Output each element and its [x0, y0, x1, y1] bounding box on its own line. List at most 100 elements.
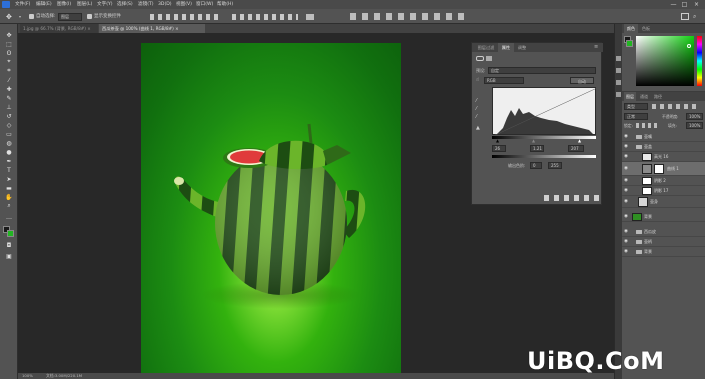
menu-select[interactable]: 选择(S)	[117, 1, 133, 8]
layer-curves-1-selected[interactable]: ◉ 曲线 1	[622, 162, 705, 176]
layer-shadow-2[interactable]: ◉ 阴影 2	[622, 176, 705, 186]
visibility-eye-icon[interactable]: ◉	[624, 134, 629, 139]
brush-tool-icon[interactable]: ✎	[4, 94, 14, 102]
lasso-tool-icon[interactable]: ʘ	[4, 49, 14, 57]
quick-mask-icon[interactable]: ◘	[4, 241, 14, 249]
zoom-tool-icon[interactable]: ⌕	[4, 202, 14, 210]
menu-view[interactable]: 视图(V)	[176, 1, 192, 8]
layer-filter-buttons[interactable]	[652, 104, 700, 109]
visibility-eye-icon[interactable]: ◉	[624, 144, 629, 149]
channel-dropdown[interactable]: RGB	[484, 77, 524, 84]
tab-paths[interactable]: 路径	[652, 92, 664, 101]
blend-mode-dropdown[interactable]: 正常	[624, 113, 648, 120]
layer-group-spout[interactable]: ◉ 壶嘴	[622, 132, 705, 142]
layer-background-image[interactable]: ◉ 背景	[622, 212, 705, 222]
tab-adjustments[interactable]: 调整	[514, 43, 530, 52]
fill-field[interactable]: 100%	[686, 122, 703, 129]
healing-brush-tool-icon[interactable]: ✚	[4, 85, 14, 93]
menu-type[interactable]: 文字(Y)	[97, 1, 113, 8]
layer-shadow-17[interactable]: ◉ 阴影 17	[622, 186, 705, 196]
properties-footer-buttons[interactable]	[544, 195, 600, 201]
info-panel-icon[interactable]	[616, 80, 621, 85]
zoom-level[interactable]: 100%	[22, 373, 33, 379]
document-canvas[interactable]	[141, 43, 401, 373]
layer-body[interactable]: ◉ 壶身	[622, 196, 705, 208]
tool-preset-dropdown[interactable]: ▾	[19, 13, 25, 21]
eyedropper-tool-icon[interactable]: ⁄	[4, 76, 14, 84]
pen-tool-icon[interactable]: ✒	[4, 157, 14, 165]
lock-buttons[interactable]	[636, 123, 658, 128]
marquee-tool-icon[interactable]: ⬚	[4, 40, 14, 48]
menu-filter[interactable]: 滤镜(T)	[138, 1, 154, 8]
actions-panel-icon[interactable]	[616, 68, 621, 73]
tab-image-1[interactable]: 1.jpg @ 66.7% (背景, RGB/8#) ×	[20, 24, 98, 33]
eraser-tool-icon[interactable]: ◇	[4, 121, 14, 129]
hand-tool-icon[interactable]: ✋	[4, 193, 14, 201]
visibility-eye-icon[interactable]: ◉	[624, 178, 629, 183]
layer-group-lid[interactable]: ◉ 壶盖	[622, 142, 705, 152]
gray-input-slider[interactable]: ▲	[532, 138, 535, 143]
visibility-eye-icon[interactable]: ◉	[624, 154, 629, 159]
layer-group-rind[interactable]: ◉ 西瓜皮	[622, 227, 705, 237]
minimize-button[interactable]: —	[669, 1, 678, 8]
close-button[interactable]: ×	[692, 1, 701, 8]
warning-icon[interactable]: ▲	[476, 125, 480, 131]
workspace-switcher-icon[interactable]	[681, 13, 689, 20]
background-color-swatch[interactable]	[7, 230, 14, 237]
search-icon[interactable]: ⌕	[693, 13, 701, 20]
auto-align-button[interactable]	[306, 14, 314, 20]
shape-tool-icon[interactable]: ▬	[4, 184, 14, 192]
layer-mask-thumbnail[interactable]	[654, 164, 664, 174]
opacity-field[interactable]: 100%	[686, 113, 703, 120]
gray-point-eyedropper-icon[interactable]: ⁄	[476, 106, 477, 112]
maximize-button[interactable]: □	[680, 1, 689, 8]
auto-button[interactable]: 自动	[570, 77, 594, 84]
white-input-field[interactable]: 207	[568, 145, 584, 152]
output-black-field[interactable]: 0	[530, 162, 542, 169]
mask-icon[interactable]	[486, 56, 492, 61]
gradient-tool-icon[interactable]: ▭	[4, 130, 14, 138]
more-tools-icon[interactable]: …	[4, 213, 14, 221]
brush-panel-icon[interactable]	[616, 92, 621, 97]
histogram[interactable]	[492, 87, 598, 137]
visibility-eye-icon[interactable]: ◉	[624, 249, 629, 254]
clone-stamp-tool-icon[interactable]: ⊥	[4, 103, 14, 111]
tab-layers[interactable]: 图层	[624, 92, 636, 101]
visibility-eye-icon[interactable]: ◉	[624, 214, 629, 219]
gray-input-field[interactable]: 1.21	[530, 145, 544, 152]
tab-channels[interactable]: 通道	[638, 92, 650, 101]
crop-tool-icon[interactable]: ⌗	[4, 67, 14, 75]
dodge-tool-icon[interactable]: ●	[4, 148, 14, 156]
hand-adjust-icon[interactable]: ☝	[476, 78, 481, 83]
panel-menu-icon[interactable]: ≡	[594, 44, 598, 50]
menu-layer[interactable]: 图层(L)	[77, 1, 92, 8]
layer-group-background[interactable]: ◉ 背景	[622, 247, 705, 257]
layer-highlight-16[interactable]: ◉ 高光 16	[622, 152, 705, 162]
align-buttons[interactable]	[150, 14, 220, 20]
menu-help[interactable]: 帮助(H)	[217, 1, 233, 8]
bg-color-chip[interactable]	[626, 40, 633, 47]
menu-image[interactable]: 图像(I)	[57, 1, 71, 8]
tab-color[interactable]: 颜色	[624, 24, 638, 33]
blur-tool-icon[interactable]: ◍	[4, 139, 14, 147]
3d-mode-buttons[interactable]	[350, 13, 470, 20]
white-input-slider[interactable]: ▲	[578, 138, 581, 143]
screen-mode-icon[interactable]: ▣	[4, 252, 14, 260]
menu-3d[interactable]: 3D(D)	[158, 1, 172, 8]
visibility-eye-icon[interactable]: ◉	[624, 229, 629, 234]
black-point-eyedropper-icon[interactable]: ⁄	[476, 98, 477, 104]
visibility-eye-icon[interactable]: ◉	[624, 199, 629, 204]
quick-select-tool-icon[interactable]: ⌖	[4, 58, 14, 66]
visibility-eye-icon[interactable]: ◉	[624, 239, 629, 244]
history-brush-tool-icon[interactable]: ↺	[4, 112, 14, 120]
black-input-slider[interactable]: ▲	[496, 138, 499, 143]
move-tool-icon[interactable]: ✥	[4, 31, 14, 39]
tab-watermelon-teapot[interactable]: 西瓜茶壶 @ 100% (曲线 1, RGB/8#) ×	[99, 24, 205, 33]
auto-select-dropdown[interactable]: 图层	[58, 13, 82, 21]
black-input-field[interactable]: 26	[492, 145, 506, 152]
move-tool-icon[interactable]: ✥	[6, 13, 16, 21]
layer-kind-filter[interactable]: 类型	[624, 103, 648, 110]
menu-window[interactable]: 窗口(W)	[196, 1, 213, 8]
layer-group-handle[interactable]: ◉ 壶柄	[622, 237, 705, 247]
menu-edit[interactable]: 编辑(E)	[36, 1, 52, 8]
